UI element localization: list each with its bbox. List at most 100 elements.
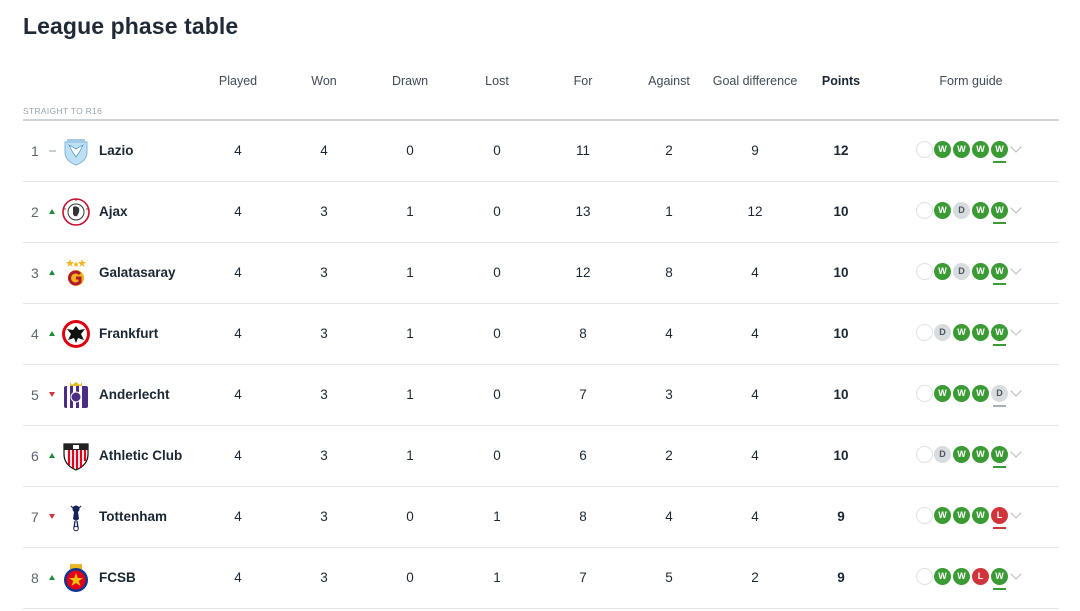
team-name[interactable]: Anderlecht xyxy=(99,365,170,425)
moved-up-icon xyxy=(49,209,55,214)
table-row[interactable]: 6 Athletic Club 4 3 1 0 6 2 4 10 D W W W xyxy=(23,426,1059,487)
form-guide[interactable]: WDWW xyxy=(916,262,1036,285)
team-name[interactable]: Lazio xyxy=(99,121,134,181)
team-name[interactable]: Tottenham xyxy=(99,487,167,547)
points-value: 10 xyxy=(833,326,849,341)
chevron-down-icon[interactable] xyxy=(1010,385,1022,397)
form-result-badge: W xyxy=(953,324,970,341)
team-name[interactable]: Frankfurt xyxy=(99,304,158,364)
lazio-crest-icon xyxy=(61,136,91,166)
goal-difference-value: 4 xyxy=(751,509,759,524)
form-empty-slot xyxy=(916,202,933,219)
form-result-badge: D xyxy=(953,263,970,280)
position: 7 xyxy=(31,509,39,525)
chevron-down-icon[interactable] xyxy=(1010,141,1022,153)
position: 4 xyxy=(31,326,39,342)
header-lost[interactable]: Lost xyxy=(485,74,509,88)
drawn-value: 1 xyxy=(406,326,414,341)
header-played[interactable]: Played xyxy=(219,74,257,88)
form-guide[interactable]: WWWL xyxy=(916,506,1036,529)
goal-difference-value: 12 xyxy=(747,204,763,219)
goal-difference-value: 2 xyxy=(751,570,759,585)
drawn-value: 0 xyxy=(406,509,414,524)
goal-difference-value: 4 xyxy=(751,265,759,280)
against-value: 4 xyxy=(665,326,673,341)
form-guide[interactable]: WWWD xyxy=(916,384,1036,407)
section-label: STRAIGHT TO R16 xyxy=(23,106,103,116)
team-name[interactable]: FCSB xyxy=(99,548,136,608)
goal-difference-value: 4 xyxy=(751,326,759,341)
chevron-down-icon[interactable] xyxy=(1010,202,1022,214)
form-empty-slot xyxy=(916,568,933,585)
lost-value: 1 xyxy=(493,570,501,585)
moved-up-icon xyxy=(49,270,55,275)
drawn-value: 0 xyxy=(406,570,414,585)
team-name[interactable]: Galatasaray xyxy=(99,243,176,303)
form-result-badge: W xyxy=(953,507,970,524)
moved-up-icon xyxy=(49,575,55,580)
table-header: Played Won Drawn Lost For Against Goal d… xyxy=(23,74,1059,92)
form-empty-slot xyxy=(916,324,933,341)
header-won[interactable]: Won xyxy=(311,74,336,88)
chevron-down-icon[interactable] xyxy=(1010,263,1022,275)
lost-value: 0 xyxy=(493,448,501,463)
position: 3 xyxy=(31,265,39,281)
header-points[interactable]: Points xyxy=(822,74,860,88)
against-value: 2 xyxy=(665,448,673,463)
chevron-down-icon[interactable] xyxy=(1010,568,1022,580)
points-value: 10 xyxy=(833,387,849,402)
table-row[interactable]: 2 Ajax 4 3 1 0 13 1 12 10 W D W W xyxy=(23,182,1059,243)
header-drawn[interactable]: Drawn xyxy=(392,74,428,88)
header-form-guide: Form guide xyxy=(939,74,1003,88)
form-result-badge: W xyxy=(972,141,989,158)
form-guide[interactable]: WWWW xyxy=(916,140,1036,163)
form-result-badge: W xyxy=(991,324,1008,341)
header-for[interactable]: For xyxy=(574,74,593,88)
played-value: 4 xyxy=(234,570,242,585)
position: 6 xyxy=(31,448,39,464)
position: 2 xyxy=(31,204,39,220)
form-guide[interactable]: DWWW xyxy=(916,445,1036,468)
form-result-badge: W xyxy=(991,141,1008,158)
team-name[interactable]: Ajax xyxy=(99,182,128,242)
against-value: 8 xyxy=(665,265,673,280)
table-row[interactable]: 5 Anderlecht 4 3 1 0 7 3 4 10 W W W D xyxy=(23,365,1059,426)
drawn-value: 1 xyxy=(406,204,414,219)
form-guide[interactable]: WDWW xyxy=(916,201,1036,224)
no-change-icon xyxy=(49,150,56,152)
chevron-down-icon[interactable] xyxy=(1010,324,1022,336)
table-row[interactable]: 7 Tottenham 4 3 0 1 8 4 4 9 W W W L xyxy=(23,487,1059,548)
table-row[interactable]: 8 FCSB 4 3 0 1 7 5 2 9 W W L W xyxy=(23,548,1059,609)
form-empty-slot xyxy=(916,263,933,280)
goal-difference-value: 4 xyxy=(751,387,759,402)
played-value: 4 xyxy=(234,326,242,341)
against-value: 2 xyxy=(665,143,673,158)
header-against[interactable]: Against xyxy=(648,74,690,88)
moved-up-icon xyxy=(49,331,55,336)
drawn-value: 1 xyxy=(406,448,414,463)
form-result-badge: W xyxy=(991,568,1008,585)
table-row[interactable]: 3 Galatasaray 4 3 1 0 12 8 4 10 W D W W xyxy=(23,243,1059,304)
team-name[interactable]: Athletic Club xyxy=(99,426,182,486)
form-guide[interactable]: DWWW xyxy=(916,323,1036,346)
form-result-badge: W xyxy=(991,202,1008,219)
won-value: 4 xyxy=(320,143,328,158)
won-value: 3 xyxy=(320,326,328,341)
form-result-badge: W xyxy=(972,507,989,524)
for-value: 12 xyxy=(575,265,591,280)
header-goal-difference[interactable]: Goal difference xyxy=(713,74,798,88)
form-empty-slot xyxy=(916,141,933,158)
lost-value: 1 xyxy=(493,509,501,524)
form-result-badge: W xyxy=(953,385,970,402)
chevron-down-icon[interactable] xyxy=(1010,507,1022,519)
table-row[interactable]: 4 Frankfurt 4 3 1 0 8 4 4 10 D W W W xyxy=(23,304,1059,365)
moved-down-icon xyxy=(49,392,55,397)
chevron-down-icon[interactable] xyxy=(1010,446,1022,458)
form-guide[interactable]: WWLW xyxy=(916,567,1036,590)
form-empty-slot xyxy=(916,446,933,463)
athletic-club-crest-icon xyxy=(61,441,91,471)
played-value: 4 xyxy=(234,204,242,219)
table-row[interactable]: 1 Lazio 4 4 0 0 11 2 9 12 W W W W xyxy=(23,121,1059,182)
ajax-crest-icon xyxy=(61,197,91,227)
for-value: 13 xyxy=(575,204,591,219)
